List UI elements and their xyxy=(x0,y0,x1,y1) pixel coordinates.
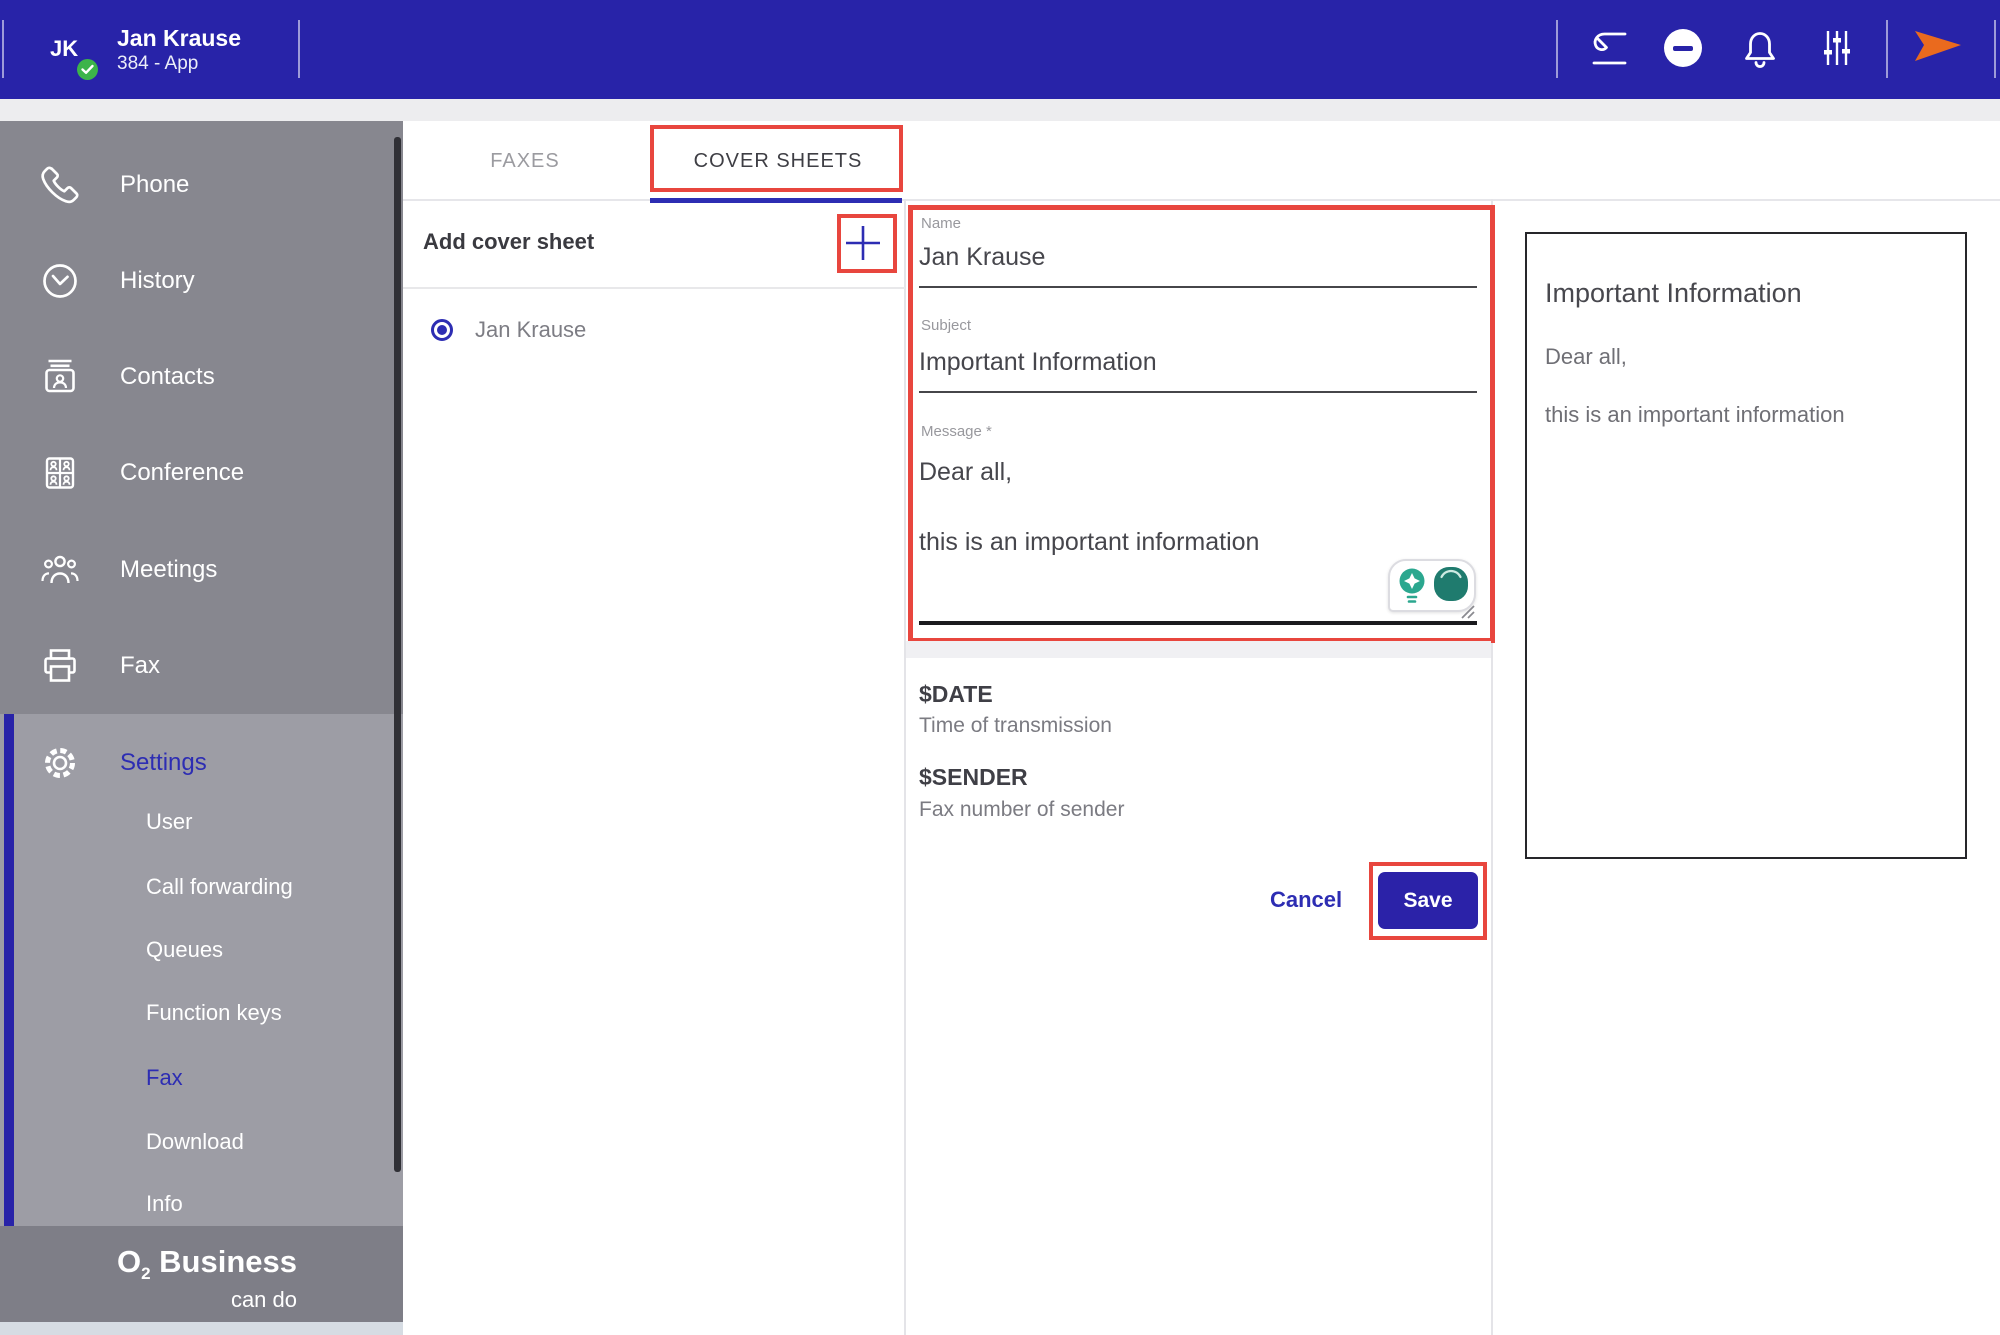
sidebar-subitem-download[interactable]: Download xyxy=(0,1120,403,1164)
sidebar-subitem-user[interactable]: User xyxy=(0,800,403,844)
radio-selected-icon[interactable] xyxy=(431,319,453,341)
tabbar-divider xyxy=(403,199,2000,201)
name-input[interactable]: Jan Krause xyxy=(919,243,1045,272)
topbar-divider xyxy=(2,20,4,78)
save-button[interactable]: Save xyxy=(1378,872,1478,929)
name-label: Name xyxy=(921,215,961,232)
sidebar-item-history[interactable]: History xyxy=(0,233,403,329)
sidebar-item-phone[interactable]: Phone xyxy=(0,137,403,233)
message-label: Message * xyxy=(921,423,992,440)
tab-cover-sheets[interactable]: COVER SHEETS xyxy=(653,150,903,173)
history-icon xyxy=(38,259,82,303)
grammar-blob-icon xyxy=(1434,567,1468,601)
page-background-strip xyxy=(0,99,2000,121)
brand-tagline: can do xyxy=(117,1287,297,1313)
sidebar-subitem-fax-active[interactable]: Fax xyxy=(0,1056,403,1100)
token-date: $DATE xyxy=(919,681,993,708)
sidebar-subitem-label: User xyxy=(146,809,192,835)
sidebar-subitem-label: Fax xyxy=(146,1065,183,1091)
lightbulb-icon xyxy=(1400,569,1425,602)
phone-icon xyxy=(38,163,82,207)
sidebar-subitem-function-keys[interactable]: Function keys xyxy=(0,991,403,1035)
topbar-divider xyxy=(1886,20,1888,78)
name-underline xyxy=(919,286,1477,288)
sidebar-subitem-label: Function keys xyxy=(146,1000,282,1026)
panel-divider xyxy=(1491,199,1493,1335)
sidebar-item-settings[interactable]: Settings xyxy=(0,714,403,812)
subject-label: Subject xyxy=(921,317,971,334)
sidebar-item-label: Fax xyxy=(120,652,160,680)
do-not-disturb-icon[interactable] xyxy=(1664,29,1702,67)
preview-body: Dear all, this is an important informati… xyxy=(1545,342,1845,429)
presence-status-icon xyxy=(77,59,98,80)
sidebar-item-conference[interactable]: Conference xyxy=(0,425,403,521)
cover-sheet-list-item[interactable]: Jan Krause xyxy=(431,317,586,343)
token-sender: $SENDER xyxy=(919,764,1028,791)
active-tab-underline xyxy=(650,198,902,203)
add-cover-sheet-button[interactable] xyxy=(843,223,883,268)
cover-sheet-name: Jan Krause xyxy=(475,317,586,343)
call-pull-icon[interactable] xyxy=(1586,24,1632,77)
cover-sheet-preview: Important Information Dear all, this is … xyxy=(1525,232,1967,859)
sidebar-subitem-queues[interactable]: Queues xyxy=(0,928,403,972)
sidebar-subitem-label: Queues xyxy=(146,937,223,963)
subject-input[interactable]: Important Information xyxy=(919,348,1157,377)
sidebar-item-label: Conference xyxy=(120,459,244,487)
fax-printer-icon xyxy=(38,644,82,688)
sidebar-subitem-label: Call forwarding xyxy=(146,874,293,900)
sidebar-subitem-label: Download xyxy=(146,1129,244,1155)
topbar-divider xyxy=(1994,20,1996,78)
gear-icon xyxy=(38,741,82,785)
sidebar-item-label: Meetings xyxy=(120,556,217,584)
sidebar-item-label: Phone xyxy=(120,171,189,199)
message-textarea[interactable]: Dear all, this is an important informati… xyxy=(919,455,1459,560)
brand-send-icon[interactable] xyxy=(1912,28,1964,69)
sidebar-subitem-label: Info xyxy=(146,1191,183,1217)
avatar[interactable]: JK xyxy=(50,36,78,62)
tab-faxes[interactable]: FAXES xyxy=(455,150,595,173)
notifications-icon[interactable] xyxy=(1740,25,1780,76)
sidebar-item-label: History xyxy=(120,267,195,295)
user-extension: 384 - App xyxy=(117,53,198,75)
sidebar-item-label: Contacts xyxy=(120,363,215,391)
sidebar-scrollbar[interactable] xyxy=(394,137,401,1172)
conference-icon xyxy=(38,451,82,495)
user-name: Jan Krause xyxy=(117,25,241,52)
sidebar-item-label: Settings xyxy=(120,749,207,777)
cancel-button[interactable]: Cancel xyxy=(1270,887,1342,913)
meetings-icon xyxy=(38,548,82,592)
topbar-divider xyxy=(1556,20,1558,78)
page-bottom-strip xyxy=(0,1322,403,1335)
topbar-divider xyxy=(298,20,300,78)
brand-footer: O2 Business can do xyxy=(0,1226,403,1322)
brand-logo: O2 Business xyxy=(117,1244,297,1284)
token-sender-description: Fax number of sender xyxy=(919,798,1124,822)
app-window: JK Jan Krause 384 - App xyxy=(0,0,2000,1335)
audio-settings-icon[interactable] xyxy=(1816,26,1858,75)
token-date-description: Time of transmission xyxy=(919,714,1112,738)
message-underline xyxy=(919,621,1477,625)
sidebar-subitem-info[interactable]: Info xyxy=(0,1182,403,1226)
subject-underline xyxy=(919,391,1477,393)
plus-icon xyxy=(843,223,883,263)
sidebar-item-contacts[interactable]: Contacts xyxy=(0,329,403,425)
sidebar-subitem-call-forwarding[interactable]: Call forwarding xyxy=(0,865,403,909)
preview-title: Important Information xyxy=(1545,278,1802,309)
sidebar-item-fax[interactable]: Fax xyxy=(0,618,403,714)
list-divider xyxy=(403,287,905,289)
section-gap xyxy=(906,641,1491,658)
add-cover-sheet-label: Add cover sheet xyxy=(423,229,594,255)
topbar: JK Jan Krause 384 - App xyxy=(0,0,2000,99)
contacts-icon xyxy=(38,355,82,399)
sidebar-item-meetings[interactable]: Meetings xyxy=(0,522,403,618)
panel-divider xyxy=(904,199,906,1335)
